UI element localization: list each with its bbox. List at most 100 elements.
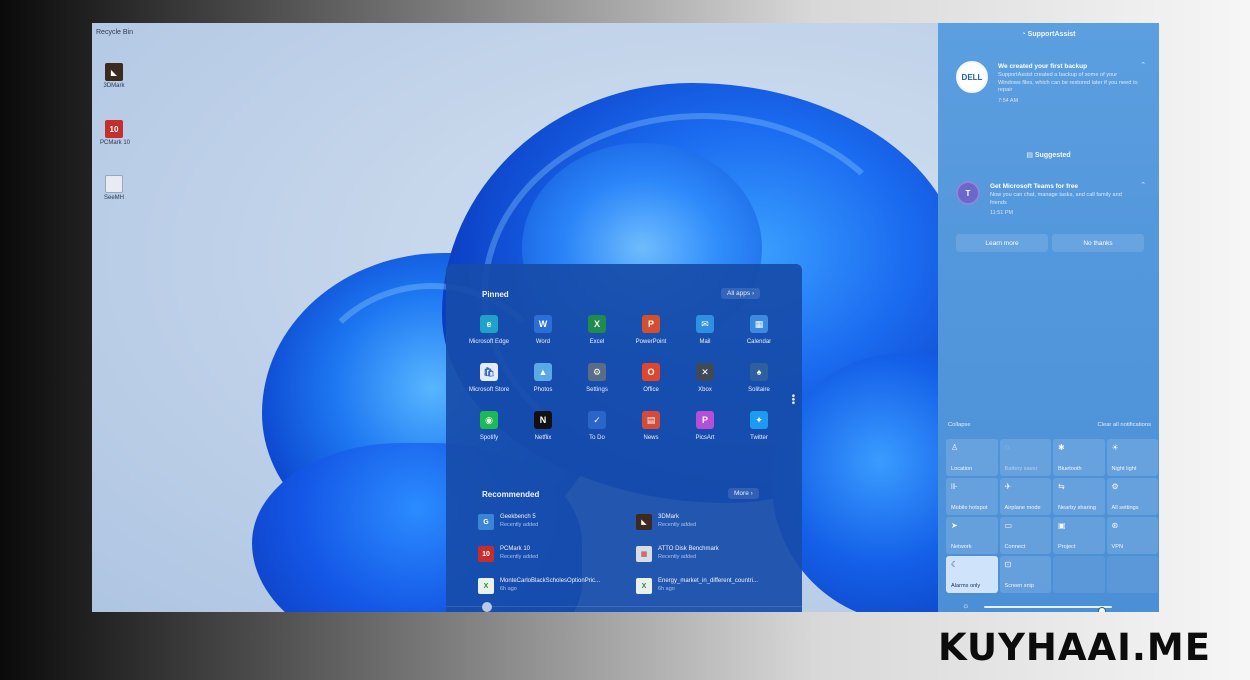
quick-setting-label: Location <box>951 465 973 472</box>
quick-setting-tile[interactable]: ✱ Bluetooth <box>1053 439 1105 476</box>
quick-setting-label: Network <box>951 543 972 550</box>
clear-all-button[interactable]: Clear all notifications <box>1098 422 1152 428</box>
quick-setting-tile[interactable]: ⚙ All settings <box>1106 478 1158 515</box>
brightness-track[interactable] <box>984 606 1112 612</box>
netflix-icon: N <box>534 411 552 429</box>
recommended-item[interactable]: G Geekbench 5 Recently added <box>478 514 636 536</box>
quick-setting-tile[interactable]: ☀ Night light <box>1106 439 1158 476</box>
pcmark-icon: 10 <box>478 546 494 562</box>
desktop-icon-label: PCMark 10 <box>100 140 131 146</box>
recommended-text: 3DMark Recently added <box>658 514 696 528</box>
quick-setting-tile[interactable]: ⊪ Mobile hotspot <box>946 478 998 515</box>
quick-setting-tile[interactable]: ◌ Battery saver <box>999 439 1051 476</box>
recommended-name: 3DMark <box>658 514 680 520</box>
quick-setting-tile[interactable]: ▭ Connect <box>999 517 1051 554</box>
user-avatar[interactable] <box>482 602 492 612</box>
quick-setting-tile[interactable]: ⊡ Screen snip <box>999 556 1051 593</box>
notification-text: Now you can chat, manage tasks, and call… <box>990 192 1122 206</box>
recommended-name: PCMark 10 <box>500 546 531 552</box>
pinned-app[interactable]: ▦ Calendar <box>732 312 786 354</box>
geekbench-icon: G <box>478 514 494 530</box>
pinned-app[interactable]: ✕ Xbox <box>678 360 732 402</box>
excel-file-icon: X <box>636 578 652 594</box>
quick-setting-label: All settings <box>1111 504 1139 511</box>
pinned-app-label: Xbox <box>698 387 712 393</box>
pinned-app[interactable]: ⚙ Settings <box>570 360 624 402</box>
pcmark-icon: 10 <box>105 120 123 138</box>
word-icon: W <box>534 315 552 333</box>
pinned-app[interactable]: X Excel <box>570 312 624 354</box>
learn-more-button[interactable]: Learn more <box>956 234 1048 252</box>
pinned-app[interactable]: ♠ Solitaire <box>732 360 786 402</box>
backup-notification[interactable]: DELL We created your first backup Suppor… <box>956 61 1146 131</box>
notification-title: Get Microsoft Teams for free <box>990 183 1079 190</box>
all-apps-button[interactable]: All apps › <box>721 288 761 299</box>
connect-icon: ▭ <box>1004 521 1013 530</box>
pinned-app[interactable]: P PicsArt <box>678 408 732 450</box>
no-thanks-button[interactable]: No thanks <box>1052 234 1144 252</box>
pinned-app[interactable]: O Office <box>624 360 678 402</box>
quick-setting-tile[interactable]: ▣ Project <box>1053 517 1105 554</box>
hotspot-icon: ⊪ <box>951 482 958 491</box>
quick-setting-empty <box>1106 556 1158 593</box>
spotify-icon: ◉ <box>480 411 498 429</box>
pinned-app[interactable]: e Microsoft Edge <box>462 312 516 354</box>
quick-setting-tile[interactable]: ⊛ VPN <box>1106 517 1158 554</box>
more-button[interactable]: More › <box>728 488 759 499</box>
recommended-item[interactable]: 10 PCMark 10 Recently added <box>478 546 636 568</box>
pinned-app-label: Twitter <box>750 435 768 441</box>
recommended-name: Energy_market_in_different_countri... <box>658 578 758 584</box>
pinned-app[interactable]: N Netflix <box>516 408 570 450</box>
recycle-bin-label[interactable]: Recycle Bin <box>96 29 133 36</box>
recommended-item[interactable]: X MonteCarloBlackScholesOptionPric... 6h a… <box>478 578 636 600</box>
pinned-app-label: News <box>643 435 659 441</box>
desktop-icon[interactable]: 10 PCMark 10 <box>100 120 131 146</box>
quick-setting-tile[interactable]: ♙ Location <box>946 439 998 476</box>
pinned-app-label: Office <box>643 387 659 393</box>
desktop-icon-label: SeeMH <box>103 195 124 201</box>
screen-snip-icon: ⊡ <box>1004 560 1012 569</box>
pinned-app[interactable]: P PowerPoint <box>624 312 678 354</box>
edge-icon: e <box>480 315 498 333</box>
suggested-icon: ▤ <box>1026 152 1035 159</box>
collapse-button[interactable]: Collapse <box>948 422 971 428</box>
supportassist-header: ◔ SupportAssist <box>1021 31 1076 38</box>
document-icon <box>105 175 123 193</box>
brightness-icon: ☼ <box>962 601 970 610</box>
quick-setting-tile[interactable]: ✈ Airplane mode <box>999 478 1051 515</box>
desktop-icon[interactable]: SeeMH <box>100 175 128 201</box>
pinned-app[interactable]: ✦ Twitter <box>732 408 786 450</box>
more-pages-icon[interactable]: ••• <box>787 394 798 405</box>
pinned-app[interactable]: ▤ News <box>624 408 678 450</box>
nearby-sharing-icon: ⇆ <box>1058 482 1065 491</box>
recommended-item[interactable]: ▦ ATTO Disk Benchmark Recently added <box>636 546 778 568</box>
chevron-up-icon[interactable]: ⌃ <box>1140 61 1146 69</box>
teams-notification[interactable]: T Get Microsoft Teams for free Now you c… <box>956 181 1146 227</box>
solitaire-icon: ♠ <box>750 363 768 381</box>
recommended-item[interactable]: X Energy_market_in_different_countri... 6h… <box>636 578 778 600</box>
pinned-app[interactable]: ◉ Spotify <box>462 408 516 450</box>
chevron-up-icon[interactable]: ⌃ <box>1140 181 1146 189</box>
recommended-subtitle: Recently added <box>658 554 697 560</box>
pinned-app[interactable]: ✓ To Do <box>570 408 624 450</box>
pinned-app[interactable]: ▲ Photos <box>516 360 570 402</box>
quick-setting-tile[interactable]: ⇆ Nearby sharing <box>1053 478 1105 515</box>
vpn-icon: ⊛ <box>1111 521 1119 530</box>
network-icon: ➤ <box>951 521 958 530</box>
pinned-app[interactable]: W Word <box>516 312 570 354</box>
desktop-icon[interactable]: ◣ 3DMark <box>100 63 128 89</box>
airplane-icon: ✈ <box>1004 482 1012 491</box>
brightness-slider[interactable]: ☼ <box>962 601 1142 612</box>
pinned-app-label: Microsoft Edge <box>468 339 510 345</box>
brightness-knob[interactable] <box>1097 607 1106 612</box>
quick-setting-label: Alarms only <box>951 582 981 589</box>
pinned-app[interactable]: ✉ Mail <box>678 312 732 354</box>
quick-setting-tile[interactable]: ☾ Alarms only <box>946 556 998 593</box>
recommended-item[interactable]: ◣ 3DMark Recently added <box>636 514 778 536</box>
excel-icon: X <box>588 315 606 333</box>
quick-setting-label: VPN <box>1111 543 1124 550</box>
quick-setting-tile[interactable]: ➤ Network <box>946 517 998 554</box>
quick-setting-label: Bluetooth <box>1058 465 1082 472</box>
pinned-app-label: Spotify <box>479 435 499 441</box>
pinned-app[interactable]: 🛍 Microsoft Store <box>462 360 516 402</box>
